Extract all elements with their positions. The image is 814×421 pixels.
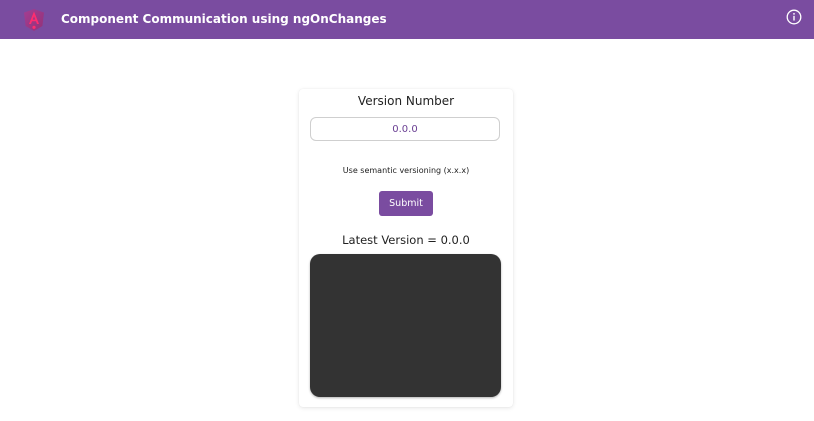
latest-version-text: Latest Version = 0.0.0 (299, 233, 513, 247)
version-card: Version Number Use semantic versioning (… (299, 89, 513, 407)
app-title: Component Communication using ngOnChange… (61, 12, 387, 26)
latest-version-label: Latest Version = (342, 233, 441, 247)
version-number-label: Version Number (357, 94, 455, 108)
angular-logo-icon (24, 9, 44, 31)
info-icon[interactable] (786, 9, 802, 25)
child-component-panel (310, 254, 501, 397)
semantic-versioning-hint: Use semantic versioning (x.x.x) (342, 166, 470, 175)
submit-button[interactable]: Submit (379, 191, 433, 216)
top-toolbar: Component Communication using ngOnChange… (0, 0, 814, 39)
version-input[interactable] (310, 117, 500, 141)
latest-version-value: 0.0.0 (440, 233, 470, 247)
